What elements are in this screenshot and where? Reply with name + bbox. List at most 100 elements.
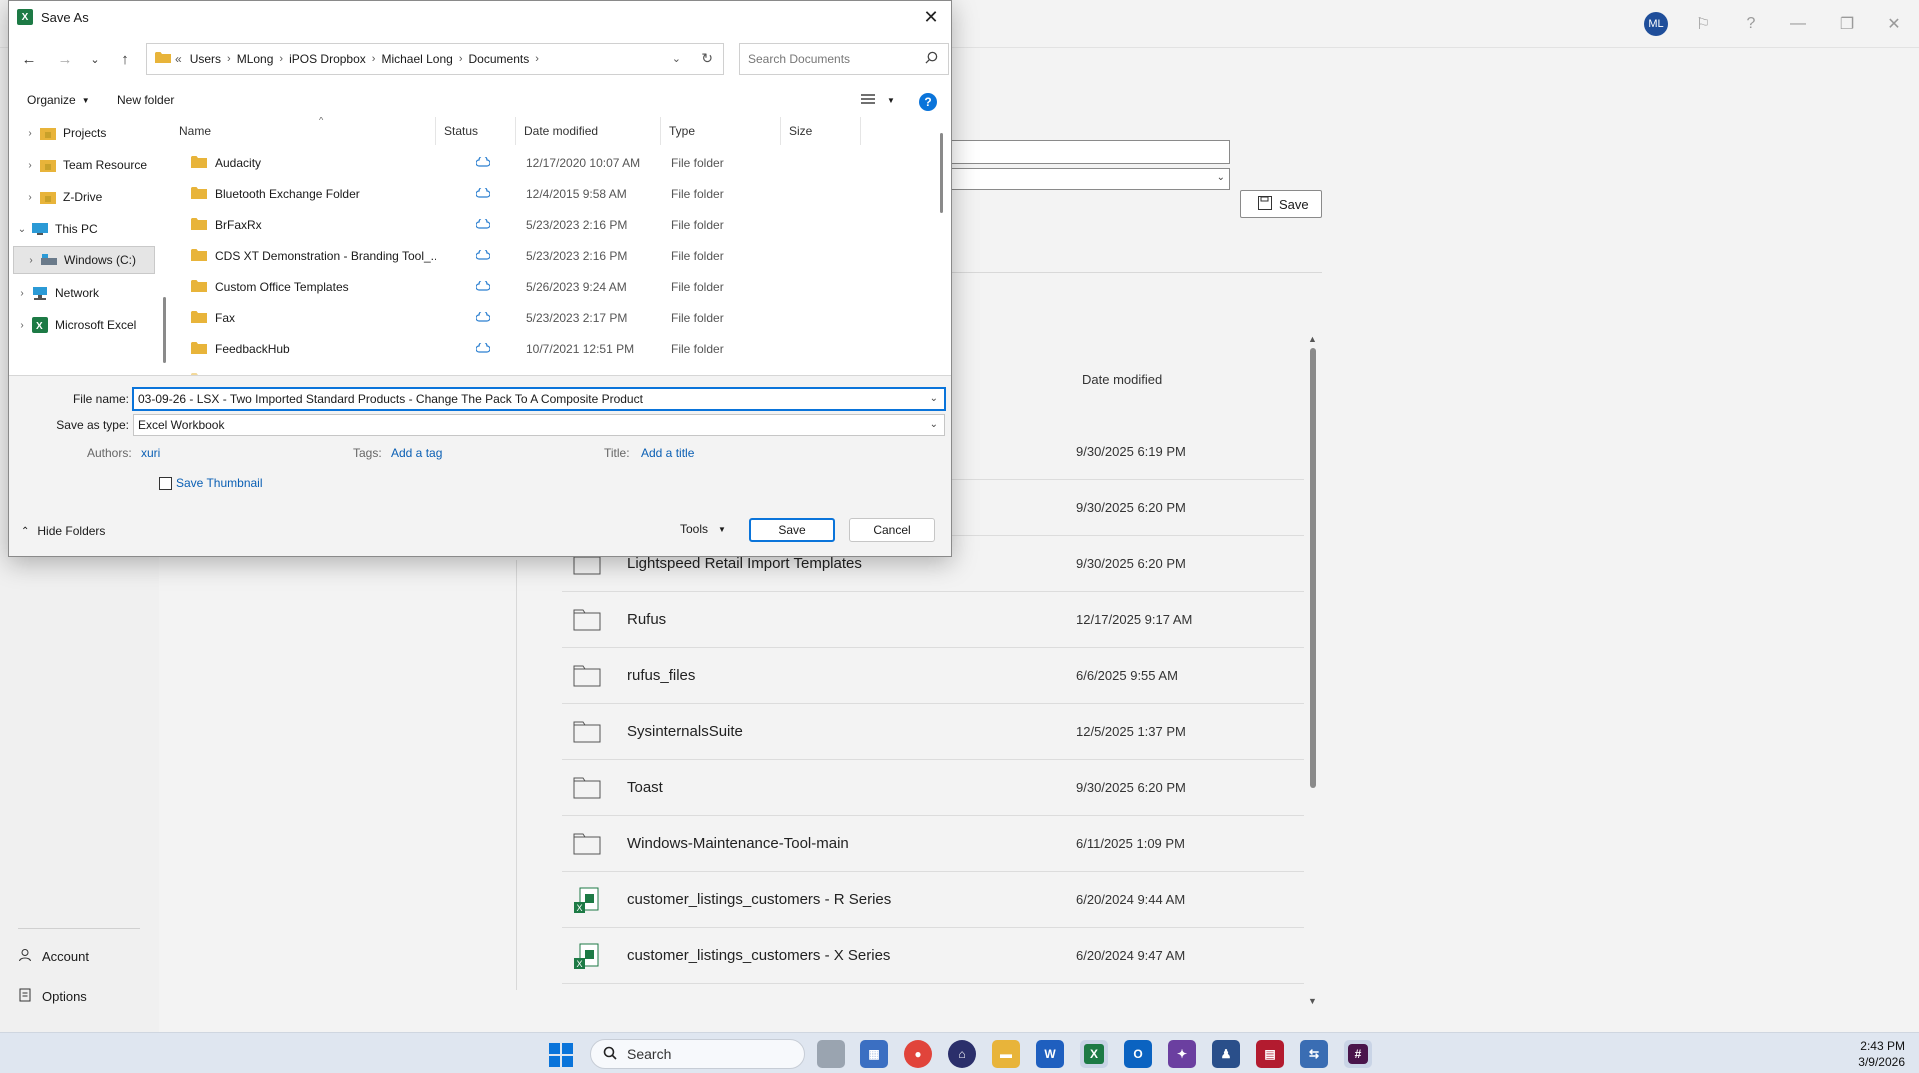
slack-icon[interactable]: #	[1344, 1040, 1372, 1068]
address-bar[interactable]: « Users › MLong › iPOS Dropbox › Michael…	[146, 43, 724, 75]
bg-filename-field[interactable]	[940, 140, 1230, 164]
chevron-down-icon[interactable]: ⌄	[930, 393, 938, 404]
list-item[interactable]: FeedbackHub 10/7/2021 12:51 PM File fold…	[171, 333, 931, 364]
bg-filetype-field[interactable]: ⌄	[940, 168, 1230, 190]
lock-app-icon[interactable]: ⌂	[948, 1040, 976, 1068]
maximize-icon[interactable]: ❐	[1833, 10, 1861, 38]
forward-icon[interactable]: →	[51, 45, 79, 73]
expand-icon[interactable]: ›	[13, 320, 31, 331]
chevron-right-icon[interactable]: ›	[279, 53, 283, 65]
search-input[interactable]: Search Documents	[739, 43, 949, 75]
outlook-icon[interactable]: O	[1124, 1040, 1152, 1068]
table-row[interactable]: SysinternalsSuite 12/5/2025 1:37 PM	[562, 704, 1304, 760]
store-icon[interactable]: ▦	[860, 1040, 888, 1068]
chevron-right-icon[interactable]: ›	[227, 53, 231, 65]
save-type-select[interactable]: Excel Workbook ⌄	[133, 414, 945, 436]
avatar[interactable]: ML	[1644, 12, 1668, 36]
expand-icon[interactable]: ›	[21, 192, 39, 203]
back-icon[interactable]: ←	[15, 45, 43, 73]
expand-icon[interactable]: ›	[13, 288, 31, 299]
breadcrumb-michael-long[interactable]: Michael Long	[381, 52, 452, 66]
close-icon[interactable]: ✕	[1880, 10, 1908, 38]
table-row[interactable]: rufus_files 6/6/2025 9:55 AM	[562, 648, 1304, 704]
nav-item-windows-c[interactable]: › Windows (C:)	[13, 246, 155, 274]
feedback-icon[interactable]: ⚐	[1689, 10, 1717, 38]
taskbar-search[interactable]: Search	[590, 1039, 805, 1069]
nav-item-team-resource[interactable]: › Team Resource	[21, 151, 161, 179]
organize-button[interactable]: Organize ▼	[27, 93, 90, 107]
chevron-right-icon[interactable]: ›	[535, 53, 539, 65]
app-icon[interactable]: ▤	[1256, 1040, 1284, 1068]
column-size[interactable]: Size	[781, 117, 861, 145]
recent-locations-icon[interactable]: ⌄	[81, 45, 109, 73]
table-row[interactable]: X customer_listings_customers - X Series…	[562, 928, 1304, 984]
start-icon[interactable]	[549, 1043, 573, 1067]
nav-scrollbar[interactable]	[163, 297, 166, 363]
tools-button[interactable]: Tools ▼	[680, 522, 726, 536]
authors-value[interactable]: xuri	[141, 446, 160, 460]
breadcrumb-ipos-dropbox[interactable]: iPOS Dropbox	[289, 52, 366, 66]
file-list-scrollbar[interactable]	[940, 133, 943, 213]
account-link[interactable]: Account	[18, 948, 89, 965]
list-item[interactable]	[171, 364, 931, 375]
breadcrumb-users[interactable]: Users	[190, 52, 221, 66]
up-icon[interactable]: ↑	[111, 45, 139, 73]
chevron-right-icon[interactable]: ›	[459, 53, 463, 65]
cancel-button[interactable]: Cancel	[849, 518, 935, 542]
list-item[interactable]: BrFaxRx 5/23/2023 2:16 PM File folder	[171, 209, 931, 240]
column-status[interactable]: Status	[436, 117, 516, 145]
excel-taskbar-icon[interactable]: X	[1080, 1040, 1108, 1068]
task-view-icon[interactable]	[817, 1040, 845, 1068]
list-item[interactable]: CDS XT Demonstration - Branding Tool_...…	[171, 240, 931, 271]
column-type[interactable]: Type	[661, 117, 781, 145]
table-row[interactable]: Rufus 12/17/2025 9:17 AM	[562, 592, 1304, 648]
chrome-icon[interactable]: ●	[904, 1040, 932, 1068]
scroll-down-icon[interactable]: ▼	[1308, 996, 1317, 1006]
options-link[interactable]: Options	[18, 988, 87, 1005]
nav-item-projects[interactable]: › Projects	[21, 119, 161, 147]
nav-item-this-pc[interactable]: ⌄ This PC	[13, 215, 153, 243]
save-button[interactable]: Save	[749, 518, 835, 542]
chevron-right-icon[interactable]: ›	[372, 53, 376, 65]
nav-item-z-drive[interactable]: › Z-Drive	[21, 183, 161, 211]
table-row[interactable]: Windows-Maintenance-Tool-main 6/11/2025 …	[562, 816, 1304, 872]
list-item[interactable]: Bluetooth Exchange Folder 12/4/2015 9:58…	[171, 178, 931, 209]
column-name[interactable]: Name	[171, 117, 436, 145]
checkbox-box[interactable]	[159, 476, 172, 490]
close-icon[interactable]: ✕	[909, 1, 953, 33]
file-explorer-icon[interactable]: ▬	[992, 1040, 1020, 1068]
nav-item-microsoft-excel[interactable]: › X Microsoft Excel	[13, 311, 153, 339]
expand-icon[interactable]: ›	[22, 255, 40, 266]
breadcrumb-documents[interactable]: Documents	[469, 52, 530, 66]
list-item[interactable]: Audacity 12/17/2020 10:07 AM File folder	[171, 147, 931, 178]
save-thumbnail-checkbox[interactable]: Save Thumbnail	[159, 476, 263, 490]
breadcrumb-overflow[interactable]: «	[175, 52, 182, 66]
help-icon[interactable]: ?	[919, 93, 937, 111]
view-options-button[interactable]: ▼	[861, 93, 895, 108]
hide-folders-button[interactable]: ⌃ Hide Folders	[21, 524, 105, 538]
column-date-modified[interactable]: Date modified	[516, 117, 661, 145]
list-item[interactable]: Fax 5/23/2023 2:17 PM File folder	[171, 302, 931, 333]
new-folder-button[interactable]: New folder	[117, 93, 174, 107]
word-icon[interactable]: W	[1036, 1040, 1064, 1068]
add-tag-link[interactable]: Add a tag	[391, 446, 442, 460]
app-icon[interactable]: ✦	[1168, 1040, 1196, 1068]
clock[interactable]: 2:43 PM 3/9/2026	[1858, 1038, 1905, 1070]
table-row[interactable]: Toast 9/30/2025 6:20 PM	[562, 760, 1304, 816]
people-app-icon[interactable]: ♟	[1212, 1040, 1240, 1068]
scrollbar[interactable]: ▲ ▼	[1305, 334, 1321, 1006]
collapse-icon[interactable]: ⌄	[13, 224, 31, 235]
file-name-field[interactable]: 03-09-26 - LSX - Two Imported Standard P…	[132, 387, 946, 411]
chevron-down-icon[interactable]: ⌄	[672, 52, 681, 65]
nav-item-network[interactable]: › Network	[13, 279, 153, 307]
minimize-icon[interactable]: —	[1784, 10, 1812, 38]
expand-icon[interactable]: ›	[21, 128, 39, 139]
app-icon[interactable]: ⇆	[1300, 1040, 1328, 1068]
table-row[interactable]: X customer_listings_customers - R Series…	[562, 872, 1304, 928]
bg-save-button[interactable]: Save	[1240, 190, 1322, 218]
help-icon[interactable]: ?	[1737, 10, 1765, 38]
scroll-up-icon[interactable]: ▲	[1308, 334, 1317, 344]
scrollbar-thumb[interactable]	[1310, 348, 1316, 788]
add-title-link[interactable]: Add a title	[641, 446, 694, 460]
list-item[interactable]: Custom Office Templates 5/26/2023 9:24 A…	[171, 271, 931, 302]
